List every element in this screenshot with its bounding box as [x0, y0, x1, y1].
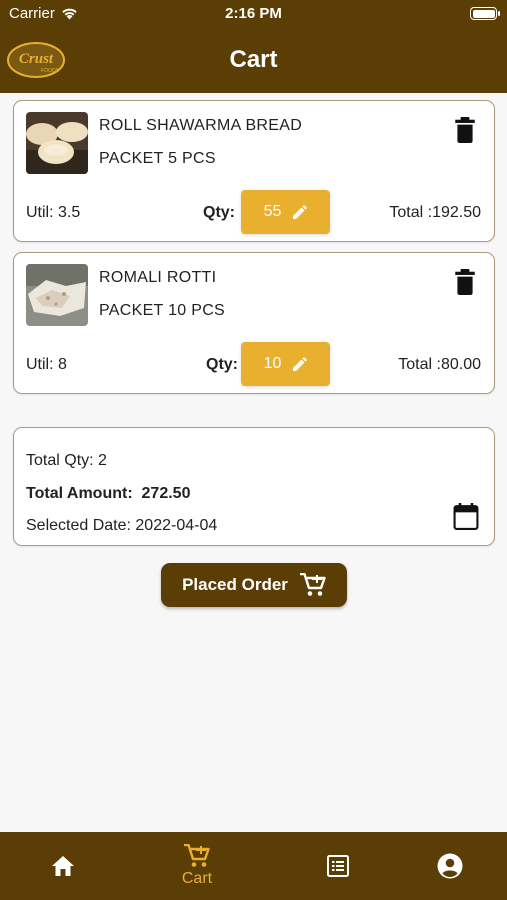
- place-order-label: Placed Order: [182, 575, 288, 594]
- edit-qty-button[interactable]: 10: [241, 342, 330, 386]
- nav-cart[interactable]: Cart: [134, 832, 260, 900]
- bottom-nav: Cart: [0, 832, 507, 900]
- edit-qty-button[interactable]: 55: [241, 190, 330, 234]
- item-util: Util: 8: [26, 356, 67, 373]
- battery-icon: [470, 7, 500, 20]
- delete-icon[interactable]: [454, 117, 476, 143]
- item-util: Util: 3.5: [26, 204, 81, 221]
- home-icon: [52, 856, 74, 876]
- item-total: Total :192.50: [389, 204, 481, 221]
- pencil-icon: [293, 205, 308, 219]
- item-name: ROMALI ROTTI: [99, 269, 217, 286]
- delete-icon[interactable]: [454, 269, 476, 295]
- nav-cart-label: Cart: [181, 870, 213, 887]
- cart-item-card: ROMALI ROTTI PACKET 10 PCS Util: 8 Qty: …: [13, 252, 495, 394]
- account-icon: [437, 853, 463, 879]
- product-image-shawarma-bread: [26, 112, 88, 174]
- pencil-icon: [293, 357, 308, 371]
- qty-label: Qty:: [206, 356, 238, 373]
- item-pack: PACKET 5 PCS: [99, 150, 216, 167]
- qty-label: Qty:: [203, 204, 235, 221]
- product-image-romali-rotti: [26, 264, 88, 326]
- order-summary-card: Total Qty: 2 Total Amount: 272.50 Select…: [13, 427, 495, 546]
- item-pack: PACKET 10 PCS: [99, 302, 226, 319]
- status-bar: Carrier 2:16 PM: [0, 0, 507, 28]
- item-total: Total :80.00: [398, 356, 481, 373]
- selected-date: Selected Date: 2022-04-04: [26, 517, 218, 534]
- total-qty: Total Qty: 2: [26, 452, 107, 469]
- item-name: ROLL SHAWARMA BREAD: [99, 117, 303, 134]
- list-icon: [327, 855, 349, 877]
- calendar-icon[interactable]: [453, 503, 479, 530]
- total-amount-label: Total Amount:: [26, 485, 133, 502]
- cart-item-card: ROLL SHAWARMA BREAD PACKET 5 PCS Util: 3…: [13, 100, 495, 242]
- app-header: Carrier 2:16 PM Crust FOODS Cart: [0, 0, 507, 93]
- cart-icon: [299, 573, 326, 596]
- cart-icon: [184, 844, 210, 867]
- place-order-button[interactable]: Placed Order: [161, 563, 347, 607]
- nav-orders[interactable]: [275, 832, 401, 900]
- qty-value: 10: [263, 355, 282, 372]
- nav-account[interactable]: [387, 832, 507, 900]
- total-amount: Total Amount: 272.50: [26, 485, 190, 503]
- page-title: Cart: [229, 46, 278, 73]
- total-amount-value: 272.50: [141, 485, 191, 502]
- status-time: 2:16 PM: [225, 5, 282, 22]
- qty-value: 55: [263, 203, 282, 220]
- nav-home[interactable]: [0, 832, 126, 900]
